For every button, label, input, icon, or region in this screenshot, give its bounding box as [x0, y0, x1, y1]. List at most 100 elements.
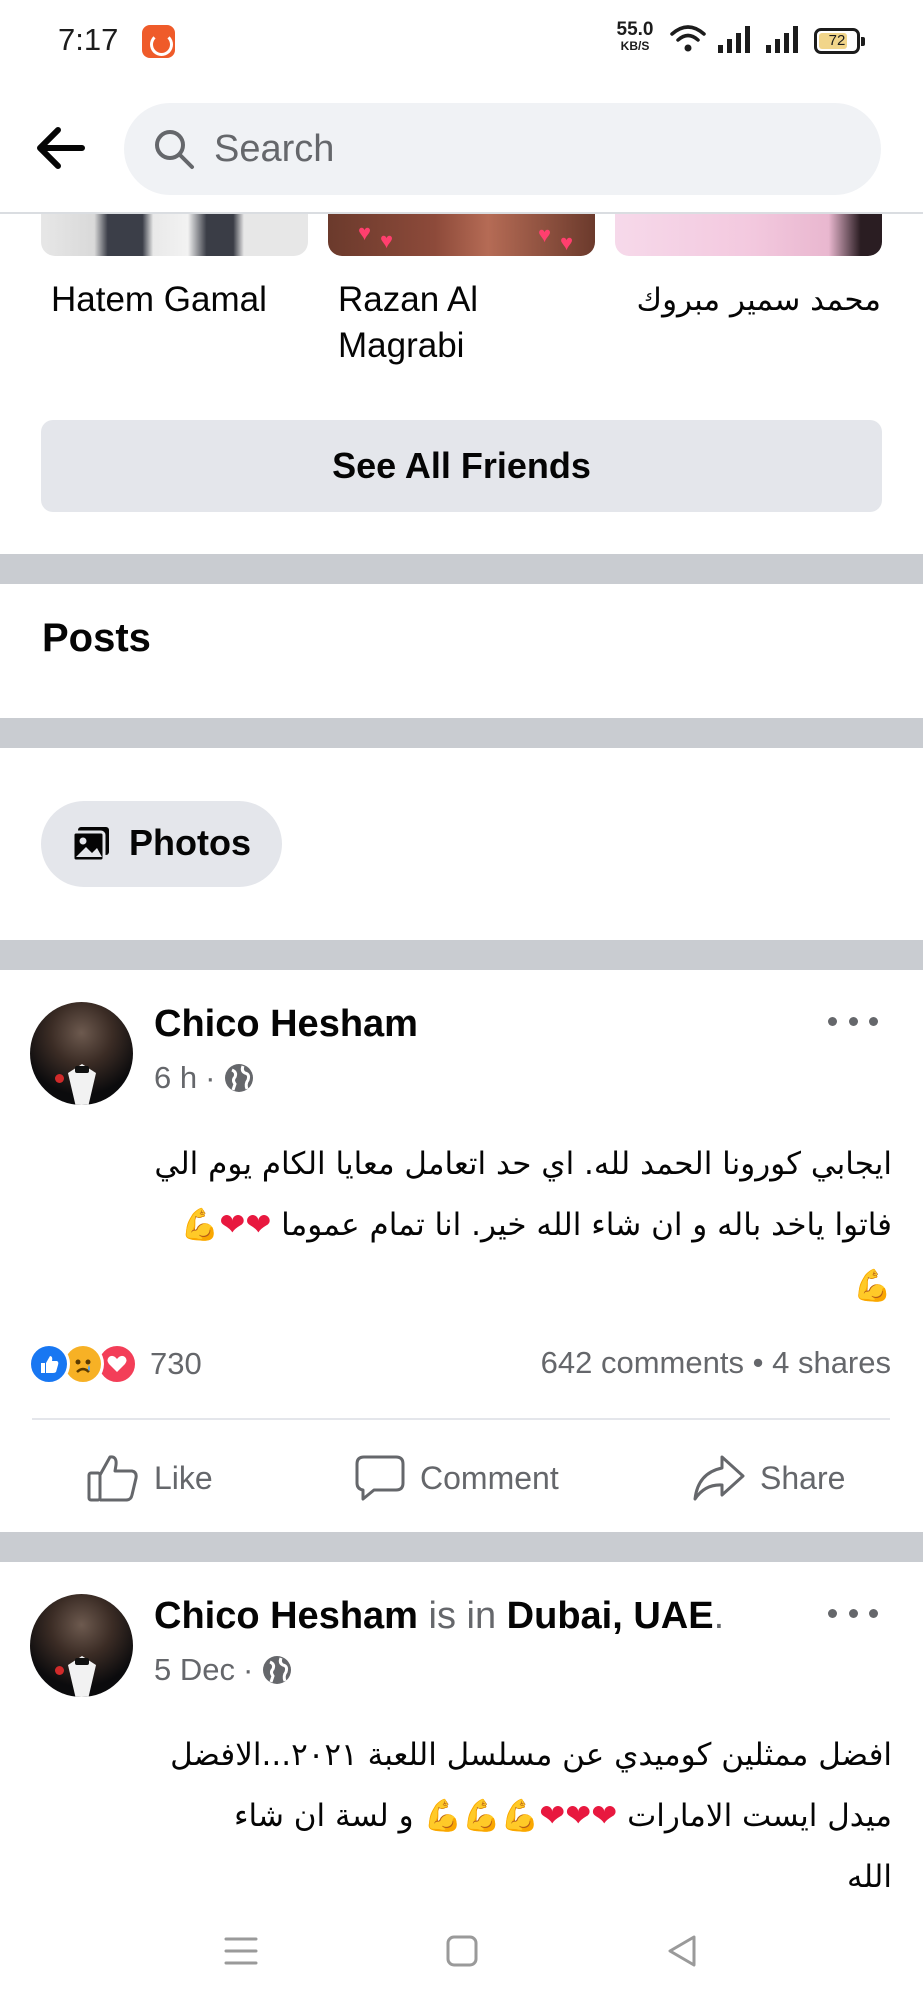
heart-emoji: ❤ [245, 1207, 272, 1243]
checkin-text: is in [428, 1595, 497, 1637]
photos-filter-button[interactable]: Photos [41, 801, 282, 887]
post-text: ايجابي كورونا الحمد لله. اي حد اتعامل مع… [30, 1134, 892, 1317]
post-text-emojis: ❤❤❤💪💪💪 [423, 1798, 617, 1834]
post-text-line: 💪 [30, 1256, 892, 1317]
flexed-biceps-emoji: 💪 [500, 1798, 540, 1834]
post-text-fragment: ميدل ايست الامارات [627, 1798, 892, 1834]
flexed-biceps-emoji: 💪 [180, 1207, 220, 1243]
share-icon [693, 1455, 745, 1501]
author-avatar[interactable] [30, 1002, 133, 1105]
status-bar: 7:17 55.0 KB/S 72 [0, 0, 923, 82]
post-text: افضل ممثلين كوميدي عن مسلسل اللعبة ٢٠٢١.… [60, 1725, 892, 1908]
section-divider [0, 1532, 923, 1562]
comment-icon [355, 1455, 405, 1501]
back-nav-button[interactable] [657, 1926, 707, 1976]
friend-name[interactable]: Hatem Gamal [51, 277, 318, 323]
post-text-fragment: و لسة ان شاء [233, 1798, 414, 1834]
post-time[interactable]: 6 h [154, 1060, 197, 1096]
author-avatar[interactable] [30, 1594, 133, 1697]
back-triangle-icon [668, 1935, 696, 1967]
heart-decoration: ♥ [358, 220, 372, 245]
section-divider [0, 554, 923, 584]
post-text-fragment: فاتوا ياخد باله و ان شاء الله خير. انا ت… [281, 1207, 892, 1243]
heart-emoji: ❤ [565, 1798, 592, 1834]
like-label: Like [154, 1459, 213, 1496]
app-notification-icon [142, 25, 175, 58]
share-button[interactable]: Share [692, 1448, 845, 1508]
post-text-line: افضل ممثلين كوميدي عن مسلسل اللعبة ٢٠٢١.… [170, 1737, 892, 1773]
battery-icon: 72 [814, 28, 865, 54]
post-text-line: الله [847, 1859, 892, 1895]
photos-icon [71, 827, 109, 863]
like-button[interactable]: Like [86, 1448, 213, 1508]
comment-label: Comment [420, 1459, 559, 1496]
shares-count[interactable]: 4 shares [772, 1345, 891, 1380]
wifi-icon [670, 25, 706, 52]
globe-icon [263, 1656, 292, 1684]
post-stats[interactable]: 642 comments • 4 shares [541, 1345, 891, 1381]
like-reaction-icon [28, 1343, 70, 1385]
flexed-biceps-emoji: 💪 [423, 1798, 463, 1834]
meta-separator: · [242, 1652, 254, 1687]
see-all-friends-button[interactable]: See All Friends [41, 420, 882, 512]
menu-icon [224, 1937, 258, 1965]
friend-photo[interactable]: ♥ ♥ ♥ ♥ [328, 214, 595, 256]
friend-name[interactable]: محمد سمير مبروك [615, 277, 881, 323]
reaction-count: 730 [150, 1346, 202, 1381]
flexed-biceps-emoji: 💪 [853, 1268, 892, 1304]
post-author-name[interactable]: Chico Hesham [154, 1595, 418, 1637]
share-label: Share [760, 1459, 846, 1496]
friend-photo[interactable] [615, 214, 882, 256]
checkin-period: . [713, 1595, 725, 1637]
reactions-summary[interactable]: 730 [28, 1342, 202, 1386]
post-text-emojis: ❤❤💪 [181, 1207, 272, 1243]
heart-decoration: ♥ [380, 228, 394, 253]
comment-button[interactable]: Comment [354, 1448, 559, 1508]
post-time[interactable]: 5 Dec [154, 1652, 235, 1688]
post-author-line: Chico Hesham is in Dubai, UAE. [154, 1595, 724, 1638]
heart-emoji: ❤ [539, 1798, 566, 1834]
section-divider [0, 718, 923, 748]
heart-decoration: ♥ [560, 230, 574, 255]
thumbs-up-icon [87, 1455, 138, 1502]
heart-emoji: ❤ [591, 1798, 618, 1834]
globe-icon [225, 1064, 254, 1092]
flexed-biceps-emoji: 💪 [462, 1798, 501, 1834]
cell-signal-icon [766, 26, 798, 53]
status-time: 7:17 [58, 22, 119, 57]
stats-separator: • [752, 1345, 764, 1380]
home-nav-button[interactable] [437, 1926, 487, 1976]
post-options-button[interactable] [828, 1011, 878, 1031]
actions-divider [32, 1418, 890, 1420]
back-arrow-icon[interactable] [30, 118, 90, 178]
friend-name[interactable]: Razan Al Magrabi [338, 277, 605, 369]
section-divider [0, 940, 923, 970]
search-bar[interactable] [124, 103, 881, 195]
post-text-line: ايجابي كورونا الحمد لله. اي حد اتعامل مع… [154, 1146, 892, 1182]
battery-level: 72 [828, 32, 846, 49]
posts-heading: Posts [42, 616, 151, 660]
post-author-name[interactable]: Chico Hesham [154, 1003, 418, 1046]
checkin-place[interactable]: Dubai, UAE [507, 1595, 714, 1637]
system-navigation-bar [0, 1900, 923, 2000]
heart-decoration: ♥ [538, 222, 552, 247]
post-text-line: ميدل ايست الامارات ❤❤❤💪💪💪 و لسة ان شاء [60, 1786, 892, 1847]
menu-nav-button[interactable] [216, 1926, 266, 1976]
comments-count[interactable]: 642 comments [541, 1345, 744, 1380]
search-icon [155, 130, 194, 169]
post-text-line: فاتوا ياخد باله و ان شاء الله خير. انا ت… [30, 1195, 892, 1256]
home-square-icon [446, 1935, 478, 1967]
post-meta: 6 h · [154, 1060, 255, 1096]
post-options-button[interactable] [828, 1603, 878, 1623]
post-meta: 5 Dec · [154, 1652, 293, 1688]
meta-separator: · [205, 1060, 216, 1095]
cell-signal-icon [718, 26, 750, 53]
search-input[interactable] [214, 103, 854, 195]
photos-label: Photos [129, 822, 251, 863]
network-speed-unit: KB/S [620, 39, 650, 53]
network-speed-value: 55.0 [616, 19, 654, 40]
friend-photo[interactable] [41, 214, 308, 256]
search-header [0, 82, 923, 214]
heart-emoji: ❤ [219, 1207, 246, 1243]
network-speed: 55.0 KB/S [610, 20, 660, 52]
